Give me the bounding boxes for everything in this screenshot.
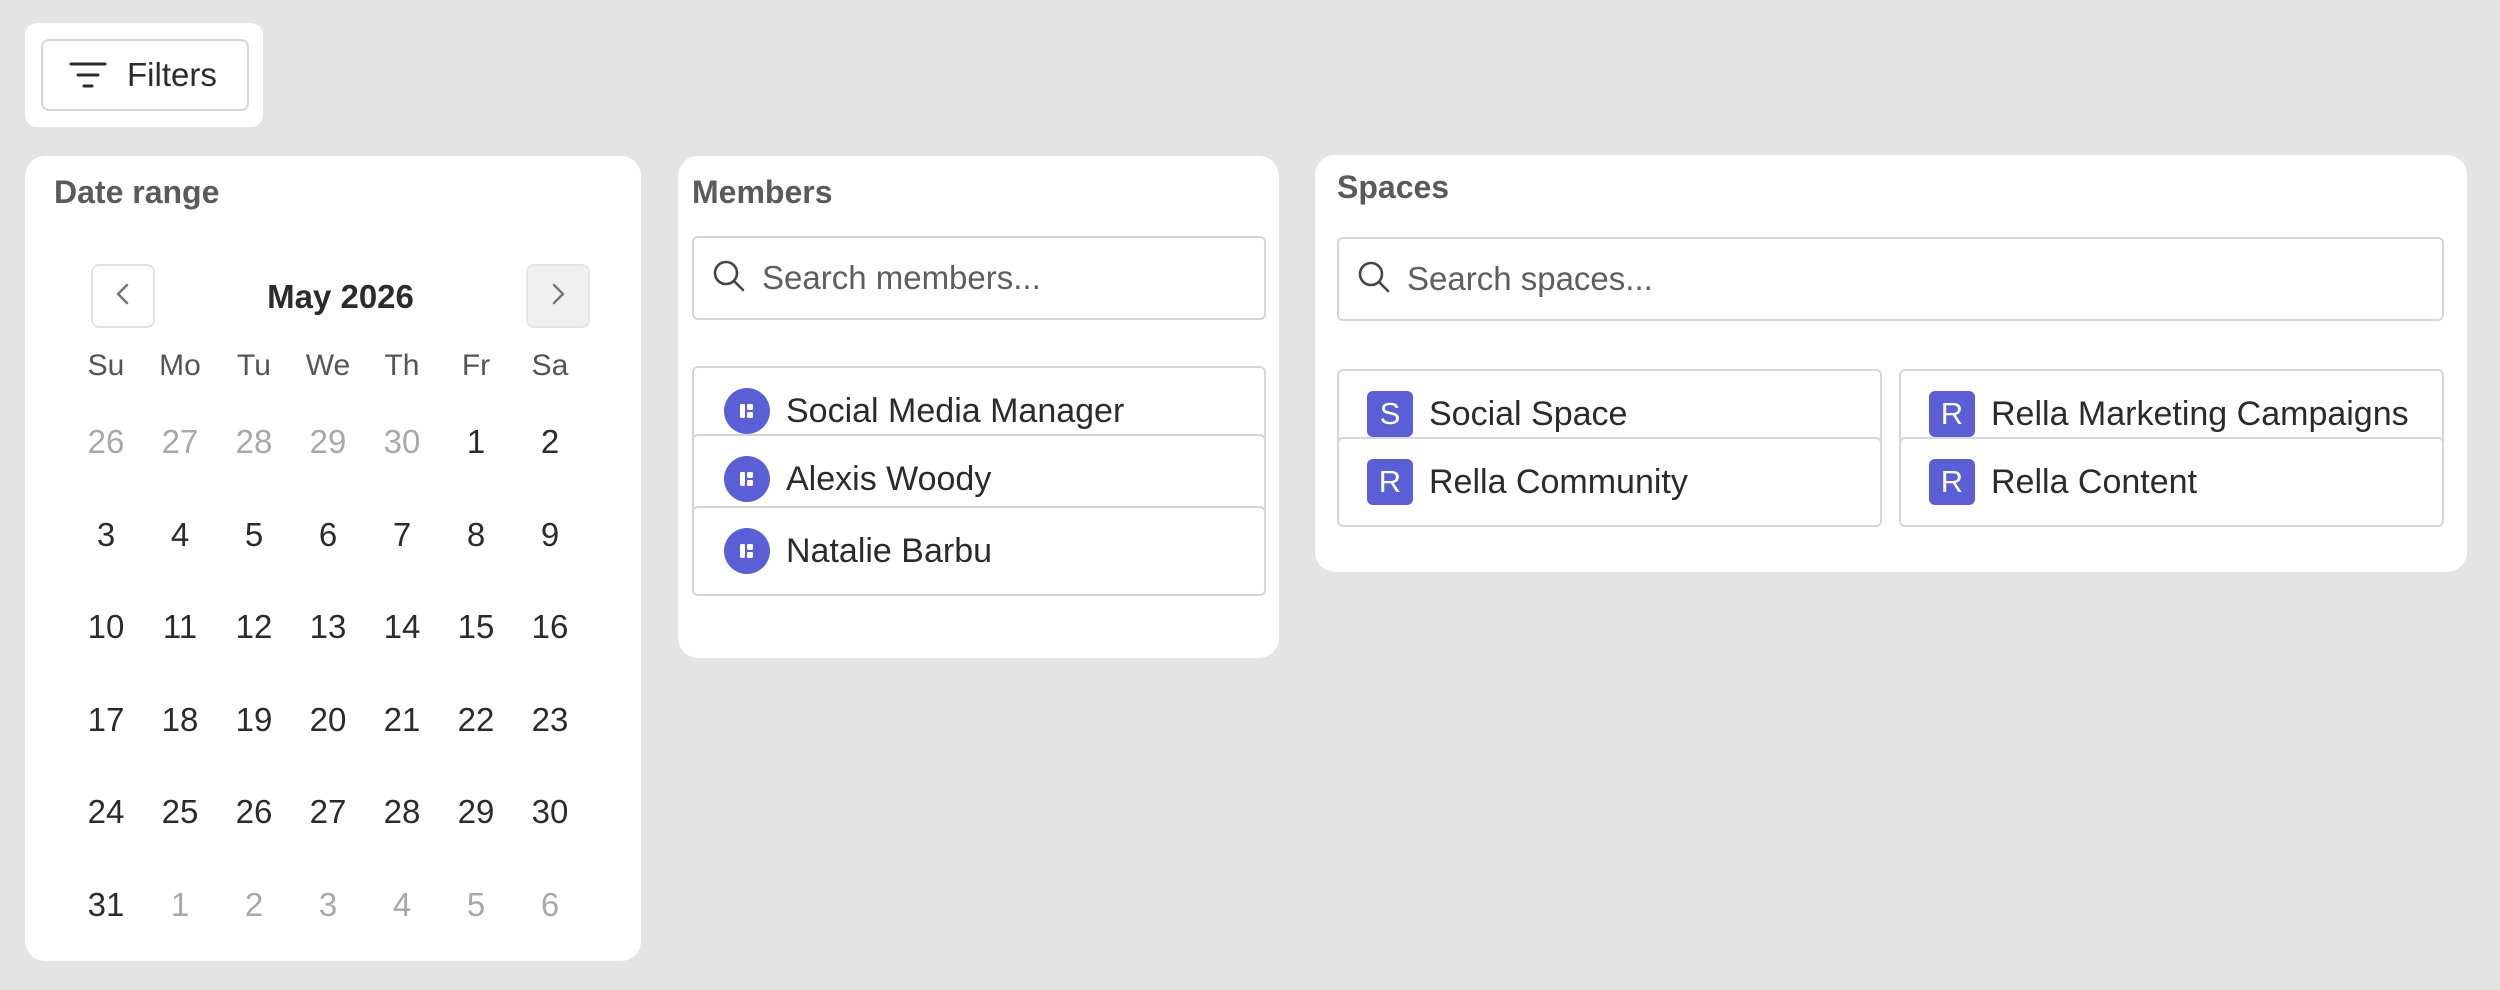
chevron-right-icon: [548, 282, 568, 311]
calendar-day[interactable]: 10: [69, 581, 143, 674]
calendar-day[interactable]: 23: [513, 674, 587, 767]
calendar-day[interactable]: 17: [69, 674, 143, 767]
space-name: Rella Marketing Campaigns: [1991, 394, 2409, 433]
calendar-day[interactable]: 14: [365, 581, 439, 674]
calendar-day[interactable]: 11: [143, 581, 217, 674]
calendar-day-outside-month[interactable]: 30: [365, 396, 439, 489]
calendar-day[interactable]: 7: [365, 489, 439, 582]
calendar-day[interactable]: 6: [291, 489, 365, 582]
calendar-day[interactable]: 25: [143, 766, 217, 859]
date-range-title: Date range: [54, 174, 220, 210]
member-name: Social Media Manager: [786, 391, 1125, 430]
calendar-day-outside-month[interactable]: 29: [291, 396, 365, 489]
calendar-day[interactable]: 20: [291, 674, 365, 767]
weekday-header: Sa: [531, 349, 569, 382]
space-name: Rella Content: [1991, 462, 2198, 501]
calendar-day[interactable]: 1: [439, 396, 513, 489]
calendar-day-outside-month[interactable]: 4: [365, 859, 439, 952]
spaces-search: [1337, 237, 2444, 321]
weekday-header: We: [305, 349, 351, 382]
calendar-day[interactable]: 22: [439, 674, 513, 767]
member-item[interactable]: Natalie Barbu: [692, 506, 1266, 596]
calendar-day-outside-month[interactable]: 1: [143, 859, 217, 952]
calendar-day-outside-month[interactable]: 27: [143, 396, 217, 489]
member-avatar-icon: [724, 388, 770, 434]
calendar-day[interactable]: 30: [513, 766, 587, 859]
members-search: [692, 236, 1266, 320]
calendar-day[interactable]: 3: [69, 489, 143, 582]
weekday-header: Th: [384, 349, 420, 382]
calendar-day[interactable]: 24: [69, 766, 143, 859]
spaces-title: Spaces: [1337, 169, 1450, 205]
space-item[interactable]: R Rella Community: [1337, 437, 1882, 527]
filters-toolbar: Filters: [25, 23, 263, 127]
search-icon: [694, 259, 746, 298]
calendar-day[interactable]: 21: [365, 674, 439, 767]
weekday-header: Tu: [237, 349, 271, 382]
calendar-day[interactable]: 18: [143, 674, 217, 767]
space-name: Social Space: [1429, 394, 1628, 433]
space-badge-icon: R: [1929, 459, 1975, 505]
calendar-grid: Su Mo Tu We Th Fr Sa 26 27 28 29 30 1 2 3 4 5 6 7 8 9 10 11 12 1…: [69, 336, 587, 951]
date-range-panel: Date range May 2026 Su Mo Tu We Th Fr Sa 26 27 28…: [25, 156, 641, 961]
space-badge-icon: R: [1929, 391, 1975, 437]
calendar-day-outside-month[interactable]: 26: [69, 396, 143, 489]
calendar-day[interactable]: 16: [513, 581, 587, 674]
previous-month-button[interactable]: [91, 264, 155, 328]
space-item[interactable]: R Rella Content: [1899, 437, 2444, 527]
space-name: Rella Community: [1429, 462, 1688, 501]
calendar-day-outside-month[interactable]: 28: [217, 396, 291, 489]
calendar-day[interactable]: 13: [291, 581, 365, 674]
calendar-day[interactable]: 2: [513, 396, 587, 489]
members-search-input[interactable]: [762, 259, 1264, 297]
members-title: Members: [692, 174, 833, 210]
member-avatar-icon: [724, 528, 770, 574]
filters-button[interactable]: Filters: [41, 39, 249, 111]
calendar-day-outside-month[interactable]: 3: [291, 859, 365, 952]
weekday-header: Fr: [461, 349, 491, 382]
filter-lines-icon: [69, 60, 107, 90]
calendar-day-outside-month[interactable]: 2: [217, 859, 291, 952]
next-month-button[interactable]: [526, 264, 590, 328]
calendar-day[interactable]: 26: [217, 766, 291, 859]
spaces-panel: Spaces S Social Space R Rella Marketing Cam…: [1315, 155, 2467, 572]
calendar-day-outside-month[interactable]: 6: [513, 859, 587, 952]
calendar-day[interactable]: 27: [291, 766, 365, 859]
weekday-header: Mo: [159, 349, 201, 382]
calendar-day[interactable]: 8: [439, 489, 513, 582]
calendar-day[interactable]: 19: [217, 674, 291, 767]
calendar-day[interactable]: 15: [439, 581, 513, 674]
filters-view: Filters Date range May 2026 Su Mo Tu We Th Fr…: [0, 0, 2500, 990]
chevron-left-icon: [113, 282, 133, 311]
calendar-day[interactable]: 9: [513, 489, 587, 582]
members-panel: Members Social Media Manager Alexis Woody…: [678, 156, 1279, 658]
month-label: May 2026: [267, 278, 414, 315]
calendar-day[interactable]: 29: [439, 766, 513, 859]
member-name: Natalie Barbu: [786, 531, 993, 570]
filters-label: Filters: [127, 56, 217, 93]
search-icon: [1339, 260, 1391, 299]
spaces-search-input[interactable]: [1407, 260, 2442, 298]
calendar-day[interactable]: 12: [217, 581, 291, 674]
member-name: Alexis Woody: [786, 459, 992, 498]
calendar-day-outside-month[interactable]: 5: [439, 859, 513, 952]
calendar-day[interactable]: 28: [365, 766, 439, 859]
calendar-day[interactable]: 5: [217, 489, 291, 582]
space-badge-icon: S: [1367, 391, 1413, 437]
calendar-day[interactable]: 4: [143, 489, 217, 582]
space-badge-icon: R: [1367, 459, 1413, 505]
weekday-header: Su: [87, 349, 125, 382]
member-avatar-icon: [724, 456, 770, 502]
calendar-day[interactable]: 31: [69, 859, 143, 952]
